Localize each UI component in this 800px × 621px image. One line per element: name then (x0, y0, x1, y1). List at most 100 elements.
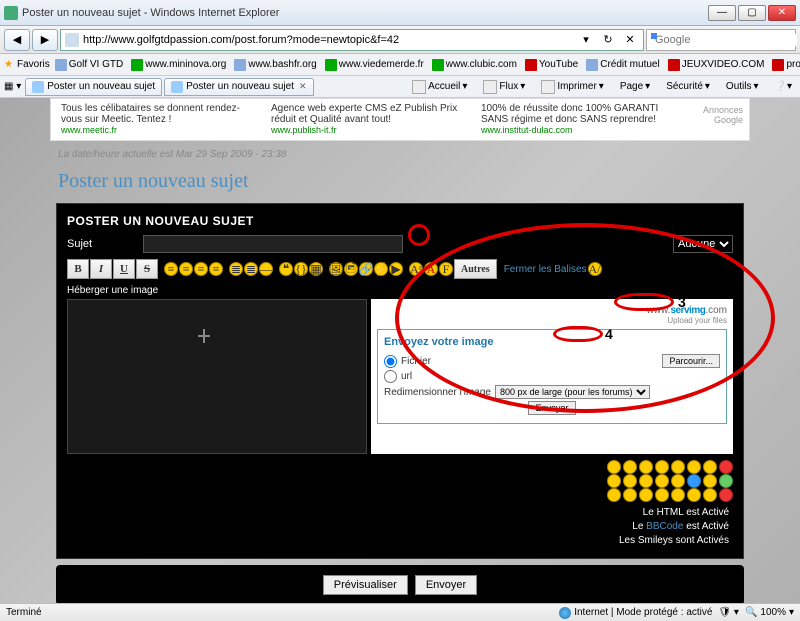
upload-send-button[interactable]: Envoyer (528, 401, 575, 415)
italic-button[interactable]: I (90, 259, 112, 279)
menu-feeds[interactable]: Flux ▾ (479, 79, 529, 95)
align-left-button[interactable]: ≡ (164, 262, 178, 276)
smiley-23[interactable] (703, 488, 717, 502)
video-button[interactable]: ▶ (389, 262, 403, 276)
stop-icon[interactable]: ✕ (621, 31, 639, 49)
globe-icon (559, 607, 571, 619)
address-input[interactable] (83, 34, 573, 46)
fav-clubic[interactable]: www.clubic.com (429, 58, 520, 72)
address-dropdown-icon[interactable]: ▾ (577, 31, 595, 49)
back-button[interactable]: ◀ (4, 29, 30, 51)
message-textarea[interactable] (67, 299, 367, 454)
hr-button[interactable]: — (259, 262, 273, 276)
color-button[interactable]: A (424, 262, 438, 276)
browse-button[interactable]: Parcourir... (662, 354, 720, 368)
fav-jeuxvideo[interactable]: JEUXVIDEO.COM (665, 58, 768, 72)
smiley-20[interactable] (655, 488, 669, 502)
underline-button[interactable]: U (113, 259, 135, 279)
ad-3[interactable]: 100% de réussite donc 100% GARANTI SANS … (475, 103, 685, 136)
close-button[interactable]: ✕ (768, 5, 796, 21)
fav-mininova[interactable]: www.mininova.org (128, 58, 229, 72)
zoom-control[interactable]: 🔍 100% ▾ (745, 607, 794, 618)
fav-bashfr[interactable]: www.bashfr.org (231, 58, 319, 72)
smiley-8[interactable] (719, 460, 733, 474)
menu-page[interactable]: Page ▾ (616, 80, 654, 93)
window-titlebar: Poster un nouveau sujet - Windows Intern… (0, 0, 800, 26)
refresh-icon[interactable]: ↻ (599, 31, 617, 49)
smiley-12[interactable] (655, 474, 669, 488)
maximize-button[interactable]: ▢ (738, 5, 766, 21)
favorites-star-icon[interactable]: ★ (4, 59, 13, 70)
font-button[interactable]: F (439, 262, 453, 276)
ad-1[interactable]: Tous les célibataires se donnent rendez-… (55, 103, 265, 136)
menu-print[interactable]: Imprimer ▾ (537, 79, 607, 95)
tab-2-close-icon[interactable]: ✕ (299, 81, 307, 92)
quote-button[interactable]: ❝ (279, 262, 293, 276)
table-button[interactable]: ▦ (309, 262, 323, 276)
smiley-10[interactable] (623, 474, 637, 488)
resize-select[interactable]: 800 px de large (pour les forums) (495, 385, 650, 399)
flash-button[interactable]: ⚡ (374, 262, 388, 276)
align-center-button[interactable]: ≡ (179, 262, 193, 276)
edit-mode-button[interactable]: A/ (588, 262, 602, 276)
smiley-21[interactable] (671, 488, 685, 502)
subject-input[interactable] (143, 235, 403, 253)
menu-help-icon[interactable]: ❔▾ (771, 80, 796, 93)
smiley-11[interactable] (639, 474, 653, 488)
address-bar[interactable]: ▾ ↻ ✕ (60, 29, 644, 51)
list-ul-button[interactable]: ≣ (229, 262, 243, 276)
link-button[interactable]: 🔗 (359, 262, 373, 276)
content-viewport: Tous les célibataires se donnent rendez-… (0, 98, 800, 603)
code-button[interactable]: {} (294, 262, 308, 276)
bold-button[interactable]: B (67, 259, 89, 279)
fav-credit[interactable]: Crédit mutuel (583, 58, 662, 72)
fav-progtv[interactable]: programme-tv (769, 58, 800, 72)
image-button[interactable]: 🖻 (344, 262, 358, 276)
align-right-button[interactable]: ≡ (194, 262, 208, 276)
send-button[interactable]: Envoyer (415, 575, 477, 595)
align-justify-button[interactable]: ≡ (209, 262, 223, 276)
smiley-4[interactable] (655, 460, 669, 474)
fav-golf[interactable]: Golf VI GTD (52, 58, 126, 72)
other-button[interactable]: Autres (454, 259, 497, 279)
size-button[interactable]: Aᵃ (409, 262, 423, 276)
smiley-13[interactable] (671, 474, 685, 488)
smiley-5[interactable] (671, 460, 685, 474)
smiley-16[interactable] (719, 474, 733, 488)
smiley-9[interactable] (607, 474, 621, 488)
preview-button[interactable]: Prévisualiser (323, 575, 408, 595)
radio-file[interactable] (384, 355, 397, 368)
smiley-7[interactable] (703, 460, 717, 474)
smiley-18[interactable] (623, 488, 637, 502)
strike-button[interactable]: S (136, 259, 158, 279)
menu-security[interactable]: Sécurité ▾ (662, 80, 714, 93)
tab-2[interactable]: Poster un nouveau sujet✕ (164, 78, 313, 96)
close-tags-link[interactable]: Fermer les Balises (504, 264, 587, 275)
minimize-button[interactable]: — (708, 5, 736, 21)
tab-1[interactable]: Poster un nouveau sujet (25, 78, 162, 96)
search-input[interactable] (655, 34, 797, 46)
ad-2[interactable]: Agence web experte CMS eZ Publish Prix r… (265, 103, 475, 136)
smiley-15[interactable] (703, 474, 717, 488)
post-type-select[interactable]: Aucune (673, 235, 733, 253)
smiley-1[interactable] (607, 460, 621, 474)
fav-youtube[interactable]: YouTube (522, 58, 581, 72)
smiley-6[interactable] (687, 460, 701, 474)
smiley-14[interactable] (687, 474, 701, 488)
menu-home[interactable]: Accueil ▾ (408, 79, 471, 95)
smiley-22[interactable] (687, 488, 701, 502)
smiley-19[interactable] (639, 488, 653, 502)
fav-vdm[interactable]: www.viedemerde.fr (322, 58, 427, 72)
radio-url[interactable] (384, 370, 397, 383)
search-bar[interactable]: 🔍 (646, 29, 796, 51)
menu-tools[interactable]: Outils ▾ (722, 80, 763, 93)
forward-button[interactable]: ▶ (32, 29, 58, 51)
host-image-button[interactable]: 🖼 (329, 262, 343, 276)
status-protected-icon[interactable]: 🛡 ▾ (718, 607, 739, 618)
quick-tabs-icon[interactable]: ▦ ▾ (4, 81, 21, 92)
list-ol-button[interactable]: ≣ (244, 262, 258, 276)
smiley-3[interactable] (639, 460, 653, 474)
smiley-24[interactable] (719, 488, 733, 502)
smiley-2[interactable] (623, 460, 637, 474)
smiley-17[interactable] (607, 488, 621, 502)
